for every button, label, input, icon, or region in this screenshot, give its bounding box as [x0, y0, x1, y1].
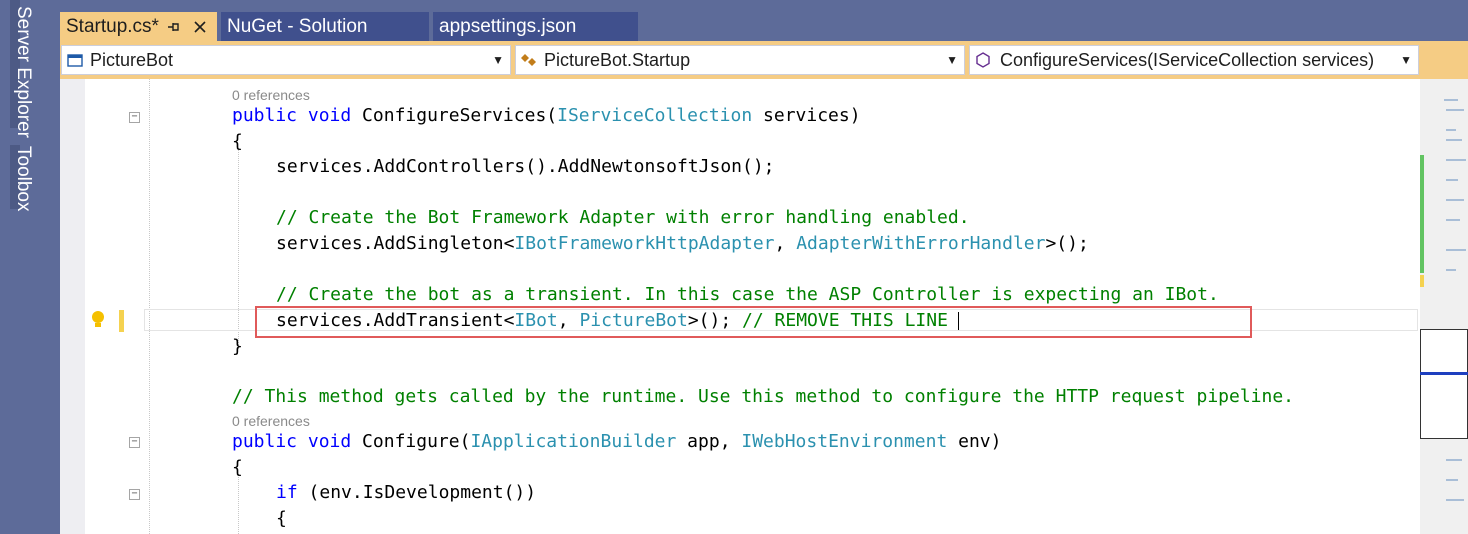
keyword: public void: [232, 105, 352, 126]
change-indicator: [1420, 155, 1424, 273]
tab-label: Startup.cs*: [66, 16, 159, 37]
project-name: PictureBot: [90, 50, 174, 70]
codelens-references[interactable]: 0 references: [232, 87, 310, 103]
minimap-line: [1446, 459, 1462, 461]
param: app,: [676, 431, 742, 452]
type-name: IBotFrameworkHttpAdapter: [514, 233, 775, 254]
param: env): [947, 431, 1002, 452]
keyword: public void: [232, 431, 352, 452]
tab-nuget-solution[interactable]: NuGet - Solution: [221, 12, 429, 41]
collapse-toggle[interactable]: −: [129, 437, 140, 448]
collapse-toggle[interactable]: −: [129, 489, 140, 500]
code-comment[interactable]: // Create the Bot Framework Adapter with…: [276, 207, 970, 228]
code-line[interactable]: {: [232, 457, 243, 478]
minimap-line: [1446, 129, 1456, 131]
indent-guide: [238, 474, 239, 534]
code-text: >();: [1045, 233, 1089, 254]
scroll-viewport[interactable]: [1420, 329, 1468, 439]
code-line[interactable]: public void Configure(IApplicationBuilde…: [232, 431, 1001, 452]
param: services): [752, 105, 861, 126]
method-icon: [976, 52, 990, 68]
minimap-line: [1446, 109, 1464, 111]
minimap-line: [1446, 139, 1462, 141]
code-line[interactable]: services.AddSingleton<IBotFrameworkHttpA…: [276, 233, 1089, 254]
method-name: ConfigureServices(: [351, 105, 558, 126]
code-text: ,: [774, 233, 797, 254]
tab-appsettings-json[interactable]: appsettings.json: [433, 12, 638, 41]
code-line[interactable]: if (env.IsDevelopment()): [276, 482, 536, 503]
lightbulb-icon[interactable]: [90, 310, 106, 335]
method-name: Configure(: [351, 431, 471, 452]
chevron-down-icon: ▼: [492, 53, 504, 67]
class-icon: [521, 54, 536, 66]
vertical-scrollbar-minimap[interactable]: [1420, 79, 1468, 534]
code-editor[interactable]: − − − 0 references public void Configure…: [60, 79, 1420, 534]
type-name: IApplicationBuilder: [470, 431, 677, 452]
member-name: ConfigureServices(IServiceCollection ser…: [1000, 50, 1375, 70]
minimap-line: [1446, 499, 1464, 501]
type-name: AdapterWithErrorHandler: [796, 233, 1046, 254]
side-tool-strip: Server Explorer Toolbox: [0, 0, 60, 534]
chevron-down-icon: ▼: [946, 53, 958, 67]
class-name: PictureBot.Startup: [544, 50, 691, 70]
annotation-highlight-box: [255, 306, 1252, 338]
code-line[interactable]: }: [232, 336, 243, 357]
tab-label: NuGet - Solution: [227, 16, 368, 37]
code-line[interactable]: public void ConfigureServices(IServiceCo…: [232, 105, 861, 126]
toolbox-label[interactable]: Toolbox: [12, 146, 34, 212]
code-comment[interactable]: // This method gets called by the runtim…: [232, 386, 1294, 407]
class-dropdown[interactable]: PictureBot.Startup ▼: [515, 45, 965, 75]
minimap-line: [1446, 269, 1456, 271]
type-name: IWebHostEnvironment: [741, 431, 948, 452]
close-icon[interactable]: [193, 12, 207, 41]
type-name: IServiceCollection: [557, 105, 753, 126]
pin-icon[interactable]: [167, 12, 181, 41]
change-marker: [119, 310, 124, 332]
caret-position-marker: [1420, 372, 1468, 375]
collapse-toggle[interactable]: −: [129, 112, 140, 123]
code-line[interactable]: services.AddControllers().AddNewtonsoftJ…: [276, 156, 775, 177]
indent-guide: [149, 79, 150, 534]
tab-label: appsettings.json: [439, 16, 577, 37]
minimap-line: [1446, 219, 1460, 221]
change-indicator: [1420, 275, 1424, 287]
code-text: services.AddSingleton<: [276, 233, 515, 254]
chevron-down-icon: ▼: [1400, 53, 1412, 67]
keyword: if: [276, 482, 298, 503]
minimap-line: [1446, 479, 1458, 481]
server-explorer-label[interactable]: Server Explorer: [12, 6, 34, 138]
editor-gutter: [60, 79, 85, 534]
minimap-line: [1446, 179, 1458, 181]
tab-startup-cs[interactable]: Startup.cs*: [60, 12, 217, 41]
navigation-bar: PictureBot ▼ PictureBot.Startup ▼ Config…: [60, 41, 1468, 79]
project-dropdown[interactable]: PictureBot ▼: [61, 45, 511, 75]
member-dropdown[interactable]: ConfigureServices(IServiceCollection ser…: [969, 45, 1419, 75]
code-line[interactable]: {: [276, 508, 287, 529]
minimap-line: [1446, 159, 1466, 161]
code-text: (env.IsDevelopment()): [297, 482, 537, 503]
minimap-line: [1444, 99, 1458, 101]
code-comment[interactable]: // Create the bot as a transient. In thi…: [276, 284, 1219, 305]
code-line[interactable]: {: [232, 131, 243, 152]
minimap-line: [1446, 199, 1464, 201]
project-icon: [67, 54, 83, 67]
codelens-references[interactable]: 0 references: [232, 413, 310, 429]
minimap-line: [1446, 249, 1466, 251]
